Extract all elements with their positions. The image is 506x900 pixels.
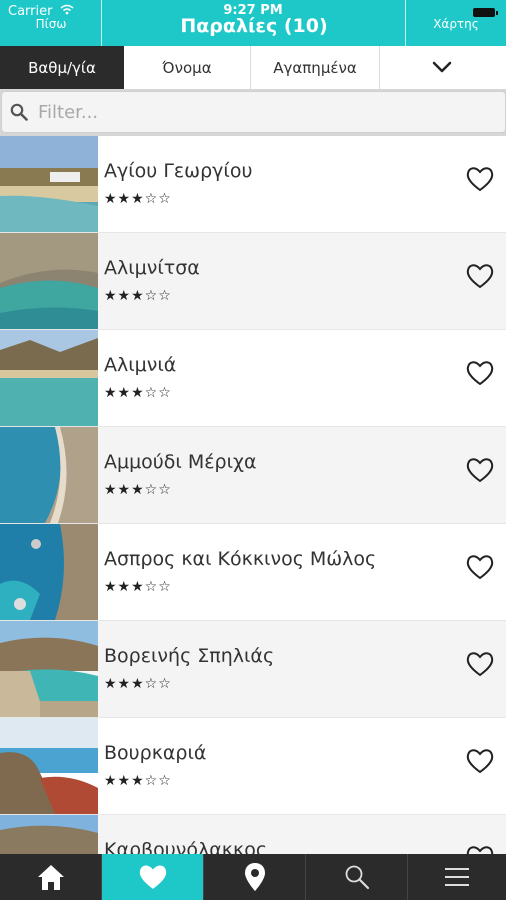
beach-thumbnail [0, 524, 98, 620]
nav-favorites-button[interactable] [102, 854, 204, 900]
beach-thumbnail [0, 233, 98, 329]
tab-favorites[interactable]: Αγαπημένα [251, 46, 380, 89]
beach-name: Αλιμνίτσα [104, 257, 200, 279]
list-item[interactable]: Βουρκαριά ★★★☆☆ [0, 718, 506, 816]
bottom-nav [0, 854, 506, 900]
beach-thumbnail [0, 136, 98, 232]
tab-rating[interactable]: Βαθμ/γία [0, 46, 124, 89]
heart-icon[interactable] [466, 360, 494, 386]
beach-name: Ασπρος και Κόκκινος Μώλος [104, 548, 377, 570]
beach-thumbnail [0, 815, 98, 854]
page-title: Παραλίες (10) [180, 15, 328, 37]
back-button[interactable]: Πίσω [0, 17, 102, 31]
filter-bar [0, 89, 506, 136]
list-item[interactable]: Αλιμνίτσα ★★★☆☆ [0, 233, 506, 331]
top-bar: Carrier 9:27 PM Πίσω Παραλίες (10) Χάρτη… [0, 0, 506, 46]
rating-stars: ★★★☆☆ [104, 579, 172, 595]
rating-stars: ★★★☆☆ [104, 773, 172, 789]
heart-icon[interactable] [466, 554, 494, 580]
list-item[interactable]: Αγίου Γεωργίου ★★★☆☆ [0, 136, 506, 234]
search-icon [345, 865, 369, 890]
nav-home-button[interactable] [0, 854, 102, 900]
beach-list: Αγίου Γεωργίου ★★★☆☆ Αλιμνίτσα ★★★☆☆ Αλι… [0, 136, 506, 854]
search-icon [10, 103, 28, 121]
beach-thumbnail [0, 621, 98, 717]
heart-icon[interactable] [466, 263, 494, 289]
filter-box [1, 91, 506, 133]
rating-stars: ★★★☆☆ [104, 482, 172, 498]
heart-icon[interactable] [466, 845, 494, 854]
heart-icon [139, 865, 166, 889]
beach-thumbnail [0, 718, 98, 814]
beach-thumbnail [0, 427, 98, 523]
chevron-down-icon [432, 61, 452, 73]
home-icon [37, 865, 64, 890]
rating-stars: ★★★☆☆ [104, 288, 172, 304]
list-item[interactable]: Βορεινής Σπηλιάς ★★★☆☆ [0, 621, 506, 719]
map-pin-icon [244, 863, 265, 891]
tab-name[interactable]: Όνομα [124, 46, 251, 89]
nav-map-button[interactable] [204, 854, 306, 900]
list-item[interactable]: Ασπρος και Κόκκινος Μώλος ★★★☆☆ [0, 524, 506, 622]
beach-name: Αλιμνιά [104, 354, 177, 376]
battery-icon [473, 8, 498, 17]
heart-icon[interactable] [466, 457, 494, 483]
heart-icon[interactable] [466, 166, 494, 192]
rating-stars: ★★★☆☆ [104, 385, 172, 401]
sort-tabs: Βαθμ/γία Όνομα Αγαπημένα [0, 46, 506, 90]
beach-thumbnail [0, 330, 98, 426]
heart-icon[interactable] [466, 651, 494, 677]
nav-menu-button[interactable] [408, 854, 506, 900]
list-item[interactable]: Καρβουνόλακκος [0, 815, 506, 854]
nav-search-button[interactable] [306, 854, 408, 900]
list-item[interactable]: Αλιμνιά ★★★☆☆ [0, 330, 506, 428]
list-item[interactable]: Αμμούδι Μέριχα ★★★☆☆ [0, 427, 506, 525]
beach-name: Καρβουνόλακκος [104, 839, 267, 854]
beach-name: Αγίου Γεωργίου [104, 160, 253, 182]
rating-stars: ★★★☆☆ [104, 191, 172, 207]
rating-stars: ★★★☆☆ [104, 676, 172, 692]
beach-name: Βορεινής Σπηλιάς [104, 645, 275, 667]
menu-icon [445, 868, 469, 886]
more-tabs-button[interactable] [380, 46, 506, 89]
heart-icon[interactable] [466, 748, 494, 774]
filter-input[interactable] [36, 95, 500, 129]
map-button[interactable]: Χάρτης [406, 17, 506, 31]
beach-name: Αμμούδι Μέριχα [104, 451, 257, 473]
beach-name: Βουρκαριά [104, 742, 207, 764]
